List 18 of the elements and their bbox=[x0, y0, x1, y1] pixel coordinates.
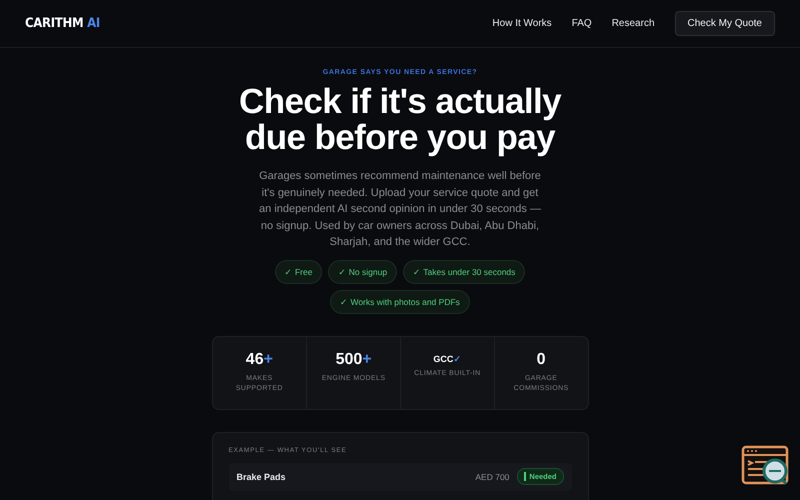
nav-link[interactable]: How It Works bbox=[492, 18, 552, 29]
stat-value: 0 bbox=[536, 350, 546, 368]
stat-value: GCC✓ bbox=[433, 354, 462, 364]
feature-tag: ✓ No signup bbox=[328, 260, 398, 284]
feature-tag: ✓ Free bbox=[274, 260, 322, 284]
feature-tag: ✓ Takes under 30 seconds bbox=[403, 260, 526, 284]
hero-description: Garages sometimes recommend maintenance well before it's genuinely needed. Upload your service quote and get an independent AI second opinion in under 30 seconds — no signup. Used by car owners across Dubai, Abu Dhabi, Sharjah, and the wider GCC. bbox=[258, 169, 542, 250]
logo[interactable]: CARITHM AI bbox=[25, 16, 100, 31]
feature-tag: ✓ Works with photos and PDFs bbox=[330, 290, 470, 314]
stat-value: 46+ bbox=[246, 350, 273, 368]
stat-value: 500+ bbox=[336, 350, 372, 368]
hero-title: Check if it's actually due before you pay bbox=[238, 84, 562, 156]
nav-link[interactable]: Research bbox=[612, 18, 655, 29]
check-quote-button[interactable]: Check My Quote bbox=[674, 11, 775, 36]
nav-link[interactable]: FAQ bbox=[572, 18, 592, 29]
item-name: Brake Pads bbox=[236, 472, 286, 482]
document-search-icon[interactable] bbox=[741, 445, 791, 487]
price-text: AED 700 bbox=[475, 472, 510, 482]
